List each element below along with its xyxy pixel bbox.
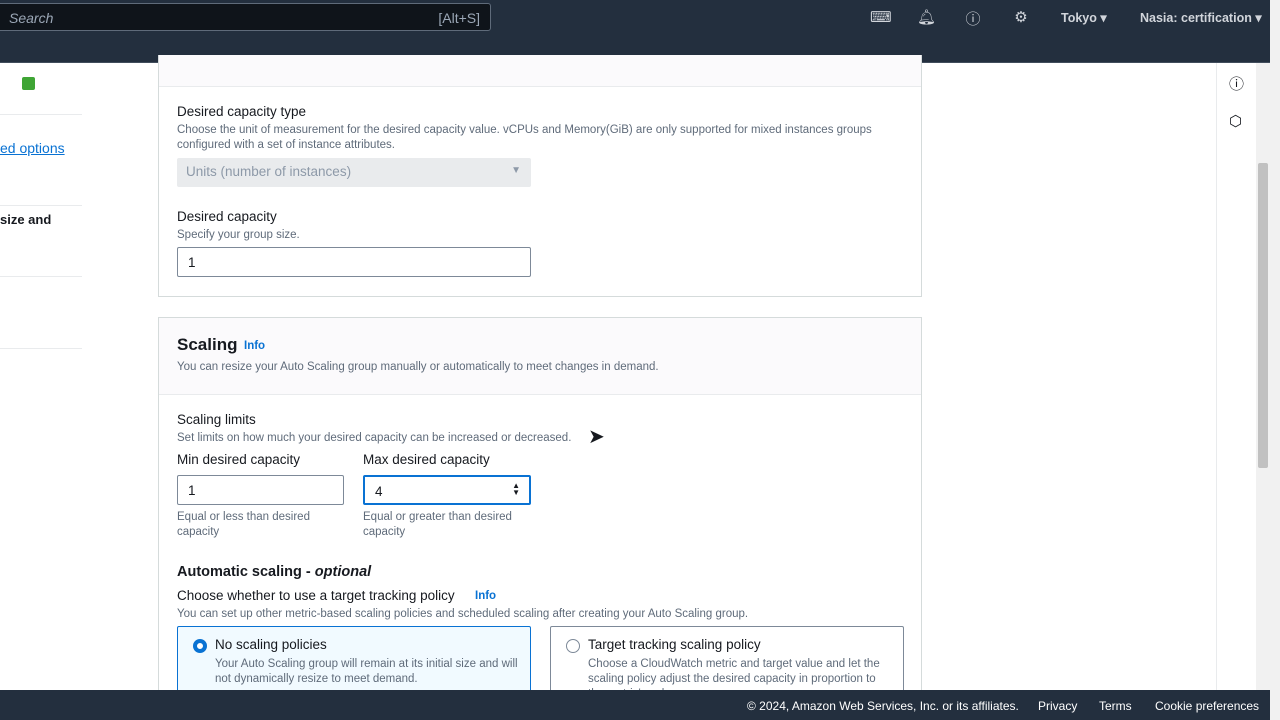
scaling-info-link[interactable]: Info [244, 340, 265, 352]
advanced-options-link[interactable]: ed options [0, 140, 65, 156]
settings-hex-icon[interactable]: ⬡ [1229, 112, 1242, 130]
divider [0, 114, 82, 115]
automatic-scaling-title: Automatic scaling - optional [177, 564, 371, 580]
scroll-thumb[interactable] [1258, 163, 1268, 468]
title-text: Automatic scaling - [177, 564, 315, 580]
radio-unselected[interactable] [566, 639, 580, 653]
min-capacity-input[interactable]: 1 [177, 475, 344, 505]
max-capacity-input[interactable]: 4 ▲ ▼ [363, 475, 531, 505]
region-label: Tokyo [1061, 11, 1097, 25]
min-capacity-label: Min desired capacity [177, 452, 301, 467]
info-icon[interactable]: ⓘ [1229, 73, 1244, 94]
desired-capacity-type-label: Desired capacity type [177, 104, 307, 119]
option-title: No scaling policies [215, 637, 327, 652]
option-title: Target tracking scaling policy [588, 637, 761, 652]
help-rail: ⓘ ⬡ [1216, 63, 1256, 690]
page-scrollbar[interactable] [1256, 63, 1270, 690]
divider [0, 348, 82, 349]
terms-link[interactable]: Terms [1099, 699, 1132, 713]
window-scrollbar[interactable] [1270, 0, 1280, 720]
footer: © 2024, Amazon Web Services, Inc. or its… [0, 690, 1270, 720]
copyright: © 2024, Amazon Web Services, Inc. or its… [747, 699, 1019, 713]
divider [0, 205, 82, 206]
optional-text: optional [314, 564, 372, 580]
cookie-preferences-link[interactable]: Cookie preferences [1155, 699, 1259, 713]
search-shortcut: [Alt+S] [438, 10, 480, 26]
scaling-title: Scaling [177, 335, 238, 354]
desired-capacity-desc: Specify your group size. [177, 229, 300, 241]
help-icon[interactable]: ⓘ [964, 8, 982, 29]
account-menu[interactable]: Nasia: certification ▾ [1140, 10, 1262, 25]
target-tracking-info-link[interactable]: Info [475, 590, 496, 602]
side-nav: ed options size and [0, 63, 82, 690]
max-capacity-value: 4 [375, 484, 383, 499]
scaling-limits-desc: Set limits on how much your desired capa… [177, 432, 572, 444]
search-input[interactable]: Search [Alt+S] [0, 3, 491, 31]
max-capacity-label: Max desired capacity [363, 452, 490, 467]
divider [0, 276, 82, 277]
min-capacity-hint: Equal or less than desired capacity [177, 511, 310, 538]
desired-capacity-type-desc: Choose the unit of measurement for the d… [177, 124, 872, 151]
scaling-desc: You can resize your Auto Scaling group m… [177, 361, 659, 373]
select-value: Units (number of instances) [186, 164, 352, 179]
gear-icon[interactable]: ⚙ [1012, 8, 1030, 26]
target-tracking-desc: You can set up other metric-based scalin… [177, 608, 749, 620]
target-tracking-option[interactable]: Target tracking scaling policy Choose a … [550, 626, 904, 700]
radio-selected[interactable] [193, 639, 207, 653]
desired-capacity-type-select[interactable]: Units (number of instances) ▼ [177, 158, 531, 187]
no-scaling-policies-option[interactable]: No scaling policies Your Auto Scaling gr… [177, 626, 531, 696]
privacy-link[interactable]: Privacy [1038, 699, 1077, 713]
target-tracking-label: Choose whether to use a target tracking … [177, 588, 455, 603]
region-selector[interactable]: Tokyo ▾ [1061, 10, 1107, 25]
cloudshell-icon[interactable]: ⌨ [870, 8, 892, 26]
mouse-cursor-icon: ➤ [588, 426, 605, 448]
option-desc: Your Auto Scaling group will remain at i… [215, 658, 518, 685]
desired-capacity-label: Desired capacity [177, 209, 277, 224]
scaling-limits-label: Scaling limits [177, 412, 256, 427]
search-placeholder: Search [9, 10, 54, 26]
max-capacity-hint: Equal or greater than desired capacity [363, 511, 512, 538]
top-nav-bar: Search [Alt+S] ⌨ 🔔︎ ⓘ ⚙ Tokyo ▾ Nasia: ce… [0, 0, 1270, 34]
stepper-icon[interactable]: ▲ ▼ [512, 482, 520, 497]
caret-down-icon: ▼ [511, 165, 521, 176]
bell-icon[interactable]: 🔔︎ [917, 8, 936, 26]
step-heading[interactable]: size and [0, 212, 51, 227]
account-label: Nasia: certification [1140, 11, 1252, 25]
desired-capacity-input[interactable]: 1 [177, 247, 531, 277]
